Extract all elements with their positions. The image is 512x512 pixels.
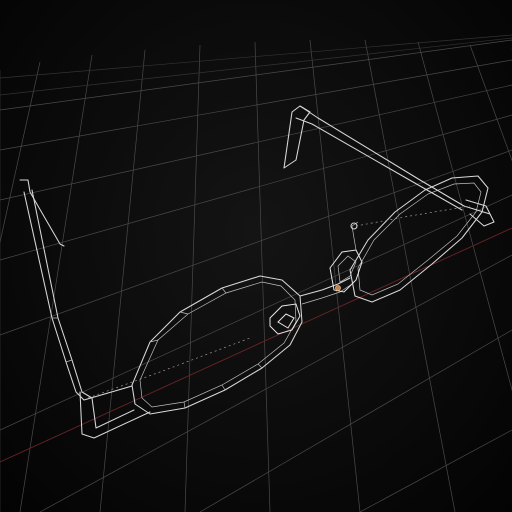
temple-right[interactable] (19, 179, 151, 439)
lens-right[interactable] (131, 275, 303, 415)
wireframe-scene[interactable] (0, 0, 512, 512)
3d-viewport[interactable] (0, 0, 512, 512)
pivot-point-icon (335, 285, 341, 291)
x-axis-line (0, 227, 512, 463)
lens-left[interactable] (349, 175, 489, 303)
ground-grid (0, 34, 512, 512)
helper-line-back (355, 205, 471, 227)
